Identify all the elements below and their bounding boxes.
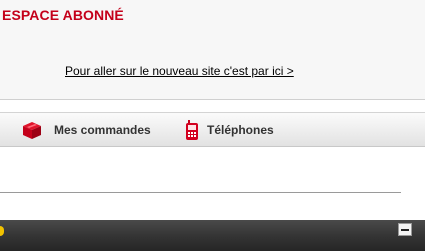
header: ESPACE ABONNÉ Pour aller sur le nouveau …: [0, 0, 425, 100]
nav-item-telephones[interactable]: Téléphones: [185, 113, 274, 146]
page: ESPACE ABONNÉ Pour aller sur le nouveau …: [0, 0, 425, 251]
orders-box-icon: [22, 120, 42, 140]
status-dot-icon: [0, 226, 4, 236]
bottom-panel-header: [0, 220, 425, 251]
content-divider: [0, 192, 401, 193]
minimize-button[interactable]: [398, 223, 412, 236]
main-nav: Mes commandes Téléphones: [0, 112, 425, 147]
mobile-phone-icon: [185, 119, 199, 140]
nav-item-mes-commandes[interactable]: Mes commandes: [22, 113, 151, 146]
new-site-link[interactable]: Pour aller sur le nouveau site c'est par…: [65, 64, 294, 78]
minus-icon: [401, 229, 409, 231]
page-title: ESPACE ABONNÉ: [2, 7, 124, 23]
nav-item-label: Mes commandes: [54, 122, 151, 137]
nav-item-label: Téléphones: [207, 122, 274, 137]
